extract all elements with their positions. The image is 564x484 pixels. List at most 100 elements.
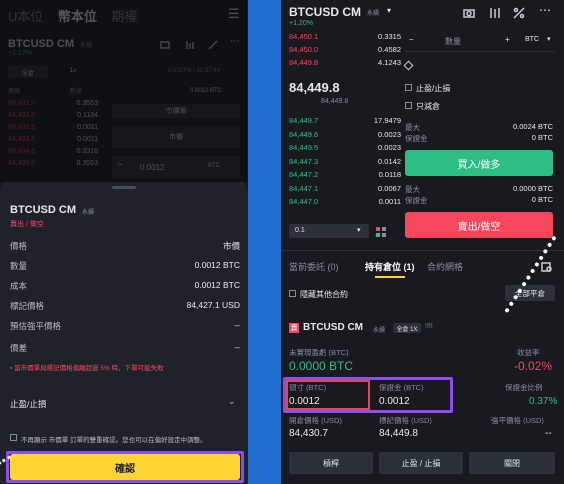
orderbook-ask-row[interactable]: 84,450.0 0.4582 [289,45,401,54]
divider [281,250,564,251]
sell-side-tag: 賣 [289,323,299,333]
leverage-button[interactable]: 槓桿 [289,452,373,474]
summary-row: 價差 -- [10,342,240,354]
ask-qty: 0.4582 [378,45,401,54]
mark-price-value: 84,449.8 [379,428,418,439]
qty-unit[interactable]: BTC [525,36,539,43]
margin-ratio-value: 0.37% [529,396,558,407]
unit-dropdown-icon[interactable]: ▾ [547,35,551,43]
percent-icon[interactable] [513,6,525,24]
minus-icon[interactable]: − [409,35,414,44]
margin-buy-label: 保證金 [405,134,428,143]
orderbook-bid-row[interactable]: 84,449.5 0.0023 [289,143,401,152]
bid-qty: 0.0118 [378,170,401,179]
ask-qty: 0.3315 [378,32,401,41]
chevron-down-icon[interactable]: ⌄ [228,396,236,407]
margin-ratio-label: 保證金比例 [505,383,543,392]
tpsl-checkbox[interactable] [405,84,412,91]
dont-show-checkbox[interactable] [10,434,17,441]
dont-show-text: 不再顯示 市價單 訂單的雙重確認。您也可以在偏好設定中調整。 [21,437,207,444]
summary-key: 成本 [10,281,28,291]
summary-value: 84,427.1 USD [186,300,240,310]
unrealized-pnl-label: 未實現盈虧 (BTC) [289,348,349,357]
tab-open-orders[interactable]: 當前委託 (0) [289,260,339,273]
position-symbol[interactable]: BTCUSD CM [303,322,363,333]
summary-key: 價差 [10,343,28,353]
orderbook-bid-row[interactable]: 84,447.1 0.0067 [289,184,401,193]
modal-backdrop[interactable] [0,0,248,182]
bid-qty: 0.0023 [378,129,401,139]
max-buy-value: 0.0024 BTC [512,122,553,131]
right-phone-screen: BTCUSD CM 永續 ▾ +1.20% ⋯ 84,450.1 0.3315 84… [281,0,564,484]
active-tab-indicator [375,276,405,278]
hide-other-label[interactable]: 隱藏其他合約 [300,289,348,300]
tpsl-button[interactable]: 止盈 / 止損 [379,452,463,474]
orderbook-bid-row[interactable]: 84,449.7 17.9479 [289,116,401,125]
orderbook-layout-icon[interactable] [375,225,387,243]
highlight-size-box [286,380,370,410]
ask-qty: 4.1243 [378,58,401,67]
buy-long-button[interactable]: 買入/做多 [405,150,553,176]
chevron-down-icon: ▾ [357,227,361,234]
orderbook-bid-row[interactable]: 84,447.3 0.0142 [289,157,401,166]
bid-price: 84,447.2 [289,170,319,179]
chart-icon[interactable] [463,6,475,24]
ask-price: 84,450.0 [289,45,319,54]
bid-qty: 0.0067 [378,183,401,193]
margin-buy-value: 0 BTC [531,133,553,142]
summary-row: 價格 市價 [10,240,240,252]
depth-step-value: 0.1 [295,227,305,234]
summary-value: 0.0012 BTC [194,260,240,270]
symbol-dropdown-icon[interactable]: ▾ [387,6,391,15]
orderbook-bid-row[interactable]: 84,447.2 0.0118 [289,170,401,179]
summary-key: 價格 [10,241,28,251]
left-phone-screen: U本位 幣本位 期權 ☰ BTCUSD CM 永續 +1.17% ⋯ 全倉 1x… [0,0,248,484]
summary-value: 市價 [222,241,240,251]
position-perp-badge: 永續 [373,328,386,334]
bid-price: 84,449.7 [289,116,319,125]
bid-qty: 0.0023 [378,143,401,152]
tab-grid[interactable]: 合約網格 [427,260,463,273]
sell-short-button[interactable]: 賣出/做空 [405,212,553,238]
depth-step-select[interactable]: 0.1 ▾ [289,224,369,238]
summary-row: 數量 0.0012 BTC [10,260,240,272]
candlestick-icon[interactable] [489,6,501,24]
roe-value: -0.02% [514,359,553,373]
orderbook-bid-row[interactable]: 84,449.6 0.0023 [289,130,401,139]
tab-positions[interactable]: 持有倉位 (1) [365,260,415,273]
history-icon[interactable] [541,259,552,277]
hide-other-checkbox[interactable] [289,290,296,297]
bid-price: 84,447.3 [289,156,319,166]
summary-row: 成本 0.0012 BTC [10,280,240,292]
qty-placeholder: 數量 [445,37,461,46]
last-price: 84,449.8 [289,80,340,95]
qty-field[interactable]: − 數量 + BTC ▾ [405,30,555,52]
orderbook-ask-row[interactable]: 84,449.8 4.1243 [289,58,401,67]
summary-row: 標記價格 84,427.1 USD [10,300,240,312]
bid-price: 84,447.0 [289,197,319,206]
summary-key: 數量 [10,261,28,271]
slider-start-handle[interactable] [403,60,414,71]
more-icon[interactable]: ⋯ [539,3,551,17]
tpsl-expander[interactable]: 止盈/止損 [10,398,46,410]
tpsl-label[interactable]: 止盈/止損 [416,83,450,94]
mark-price-label: 標記價格 (USD) [379,416,432,425]
sheet-side: 賣出 / 做空 [10,221,44,228]
price-deviation-warning: ▪ 當市價單與標記價格偏離超過 5% 時，下單可能失敗 [10,365,164,372]
reduce-only-checkbox[interactable] [405,102,412,109]
ask-price: 84,450.1 [289,32,319,41]
margin-sell-label: 保證金 [405,196,428,205]
reduce-only-label[interactable]: 只減倉 [416,101,440,112]
orderbook-bid-row[interactable]: 84,447.0 0.0011 [289,197,401,206]
symbol-title[interactable]: BTCUSD CM [289,5,361,19]
plus-icon[interactable]: + [505,35,510,44]
bid-qty: 0.0011 [378,197,401,206]
margin-sell-value: 0 BTC [531,195,553,204]
close-position-button[interactable]: 關閉 [469,452,555,474]
summary-value: -- [234,342,240,352]
adl-indicator: !!!! [425,323,433,330]
orderbook-ask-row[interactable]: 84,450.1 0.3315 [289,32,401,41]
perp-badge: 永續 [367,11,380,17]
sheet-handle[interactable] [112,186,136,189]
unrealized-pnl-value: 0.0000 BTC [289,359,354,373]
